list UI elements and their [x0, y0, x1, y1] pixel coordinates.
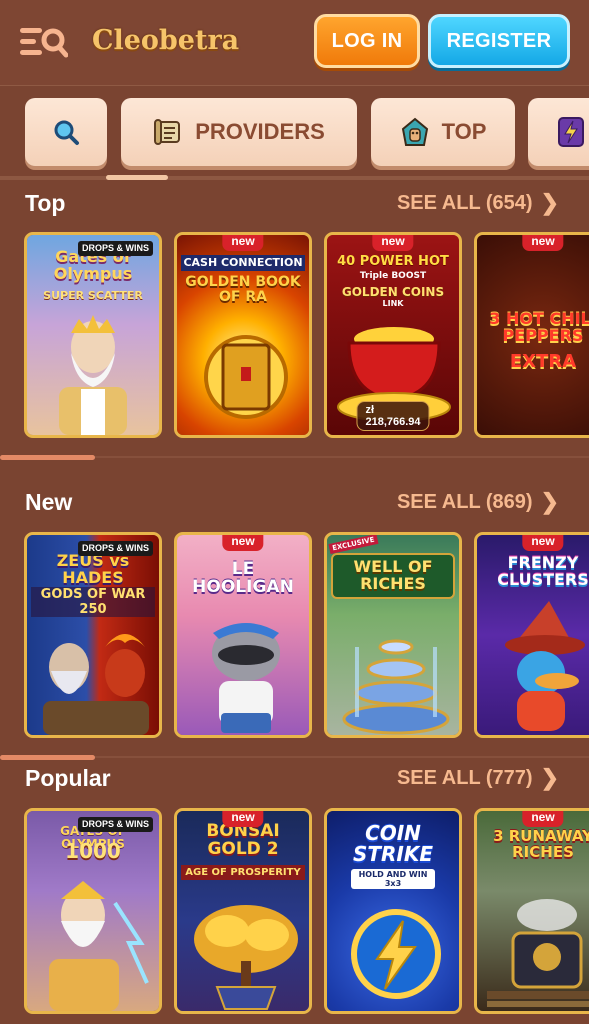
category-scroll-thumb[interactable] [106, 175, 168, 180]
new-badge: new [522, 811, 564, 827]
zeus-hades-art [43, 634, 149, 735]
game-subtitle: SUPER SCATTER [43, 289, 143, 302]
lightning-coin-art [351, 909, 441, 999]
register-button[interactable]: REGISTER [428, 14, 570, 68]
game-title: LE HOOLIGAN [192, 559, 294, 597]
category-providers[interactable]: PROVIDERS [121, 98, 357, 166]
menu-search-icon[interactable] [20, 26, 69, 58]
game-card[interactable]: COIN STRIKE HOLD AND WIN 3x3 [324, 808, 462, 1014]
lightning-icon [556, 117, 586, 147]
game-title: COIN STRIKE [352, 821, 434, 866]
new-badge: new [522, 235, 564, 251]
golden-book-art [204, 335, 288, 419]
search-icon [51, 117, 81, 147]
raccoon-art [212, 623, 280, 733]
see-all-label: SEE ALL (869) [396, 490, 533, 513]
game-title: CASH CONNECTION [181, 255, 305, 271]
game-card[interactable]: new CASH CONNECTION GOLDEN BOOK OF RA [174, 232, 312, 438]
new-badge: new [372, 235, 414, 251]
chevron-right-icon: ❯ [540, 489, 559, 514]
game-card[interactable]: EXCLUSIVE WELL OF RICHES [324, 532, 462, 738]
game-title: 3 HOT CHILI PEPPERS [489, 309, 589, 345]
game-title: ZEUS vs HADES [56, 551, 130, 587]
see-all-popular[interactable]: SEE ALL (777) ❯ [397, 765, 559, 791]
game-title: WELL OF RICHES [331, 553, 455, 599]
game-card[interactable]: DROPS & WINS Gates of Olympus SUPER SCAT… [24, 232, 162, 438]
section-title-new: New [25, 489, 73, 515]
game-subtitle: HOLD AND WIN 3x3 [351, 869, 435, 889]
game-subtitle: 1000 [65, 839, 121, 863]
game-tag: Triple BOOST [359, 271, 427, 281]
site-logo[interactable]: Cleobetra [92, 22, 239, 60]
game-card[interactable]: new 3 RUNAWAY RICHES [474, 808, 589, 1014]
drops-wins-tag: DROPS & WINS [77, 541, 153, 556]
game-subtitle: GOLDEN COINS [341, 285, 445, 299]
game-card[interactable]: new FRENZY CLUSTERS [474, 532, 589, 738]
new-badge: new [522, 535, 564, 551]
category-search[interactable] [25, 98, 107, 166]
category-scroll-track [0, 176, 589, 180]
scroll-icon [153, 117, 183, 147]
game-title: 40 POWER HOT [337, 254, 449, 269]
game-card[interactable]: new 40 POWER HOT Triple BOOST GOLDEN COI… [324, 232, 462, 438]
see-all-top[interactable]: SEE ALL (654) ❯ [397, 190, 559, 216]
game-subtitle: AGE OF PROSPERITY [181, 865, 305, 880]
chevron-right-icon: ❯ [540, 765, 559, 790]
game-card[interactable]: DROPS & WINS ZEUS vs HADES GODS OF WAR 2… [24, 532, 162, 738]
row-scroll-thumb[interactable] [0, 755, 95, 760]
top-header: Cleobetra LOG IN REGISTER [0, 0, 589, 86]
fountain-art [342, 639, 450, 735]
section-title-top: Top [25, 190, 66, 216]
drops-wins-tag: DROPS & WINS [77, 241, 153, 256]
bonsai-tree-art [194, 905, 298, 1010]
drops-wins-tag: DROPS & WINS [77, 817, 153, 832]
category-more[interactable] [528, 98, 589, 166]
zeus-art [49, 881, 149, 1011]
zeus-art [59, 315, 127, 435]
game-title: BONSAI GOLD 2 [206, 821, 280, 859]
category-label: PROVIDERS [195, 119, 325, 144]
login-button[interactable]: LOG IN [314, 14, 420, 68]
chevron-right-icon: ❯ [540, 190, 559, 215]
see-all-label: SEE ALL (777) [396, 766, 533, 789]
game-extra: LINK [382, 299, 404, 308]
train-art [487, 899, 589, 1007]
game-card[interactable]: DROPS & WINS GATES OF OLYMPUS 1000 [24, 808, 162, 1014]
pharaoh-icon [400, 117, 430, 147]
platypus-wizard-art [505, 601, 585, 731]
see-all-new[interactable]: SEE ALL (869) ❯ [397, 489, 559, 515]
new-badge: new [222, 535, 264, 551]
category-top[interactable]: TOP [371, 98, 515, 166]
new-badge: new [222, 811, 264, 827]
jackpot-amount: zł 218,766.94 [356, 401, 430, 431]
game-card[interactable]: new LE HOOLIGAN [174, 532, 312, 738]
game-title: 3 RUNAWAY RICHES [493, 827, 589, 861]
game-subtitle: EXTRA [509, 351, 577, 372]
category-label: TOP [441, 119, 487, 144]
game-subtitle: GODS OF WAR 250 [31, 587, 155, 617]
game-card[interactable]: new BONSAI GOLD 2 AGE OF PROSPERITY [174, 808, 312, 1014]
game-card[interactable]: new 3 HOT CHILI PEPPERS EXTRA [474, 232, 589, 438]
section-title-popular: Popular [25, 765, 111, 791]
see-all-label: SEE ALL (654) [396, 191, 533, 214]
game-subtitle: GOLDEN BOOK OF RA [185, 274, 301, 306]
row-scroll-thumb[interactable] [0, 455, 95, 460]
game-title: FRENZY CLUSTERS [497, 553, 589, 589]
new-badge: new [222, 235, 264, 251]
